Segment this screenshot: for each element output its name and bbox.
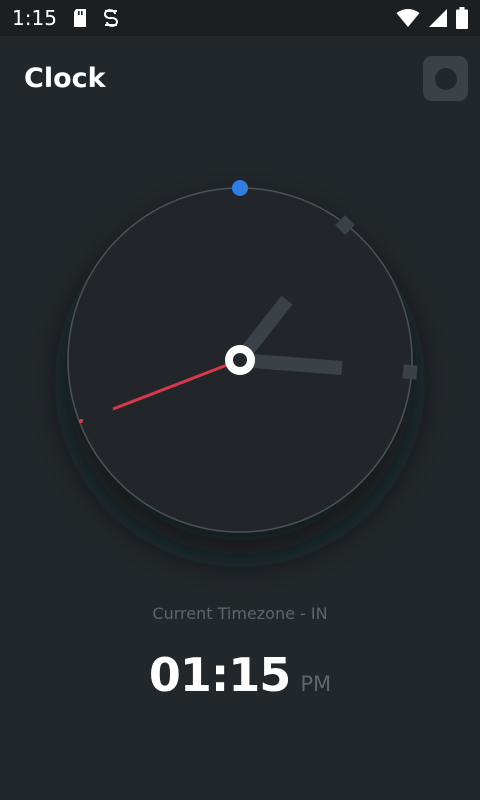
digital-clock: 01:15 PM <box>0 648 480 702</box>
timezone-label: Current Timezone - IN <box>152 604 328 623</box>
clock-center-inner <box>233 353 247 367</box>
second-rim-marker <box>79 419 83 423</box>
clock-screen: 1:15 Clock Current Timezone - IN 01:15 P… <box>0 0 480 800</box>
clock-marker-12 <box>232 180 248 196</box>
digital-period: PM <box>300 672 332 696</box>
minute-rim-marker <box>402 364 418 380</box>
minute-hand <box>239 353 343 375</box>
digital-time: 01:15 <box>148 648 291 702</box>
